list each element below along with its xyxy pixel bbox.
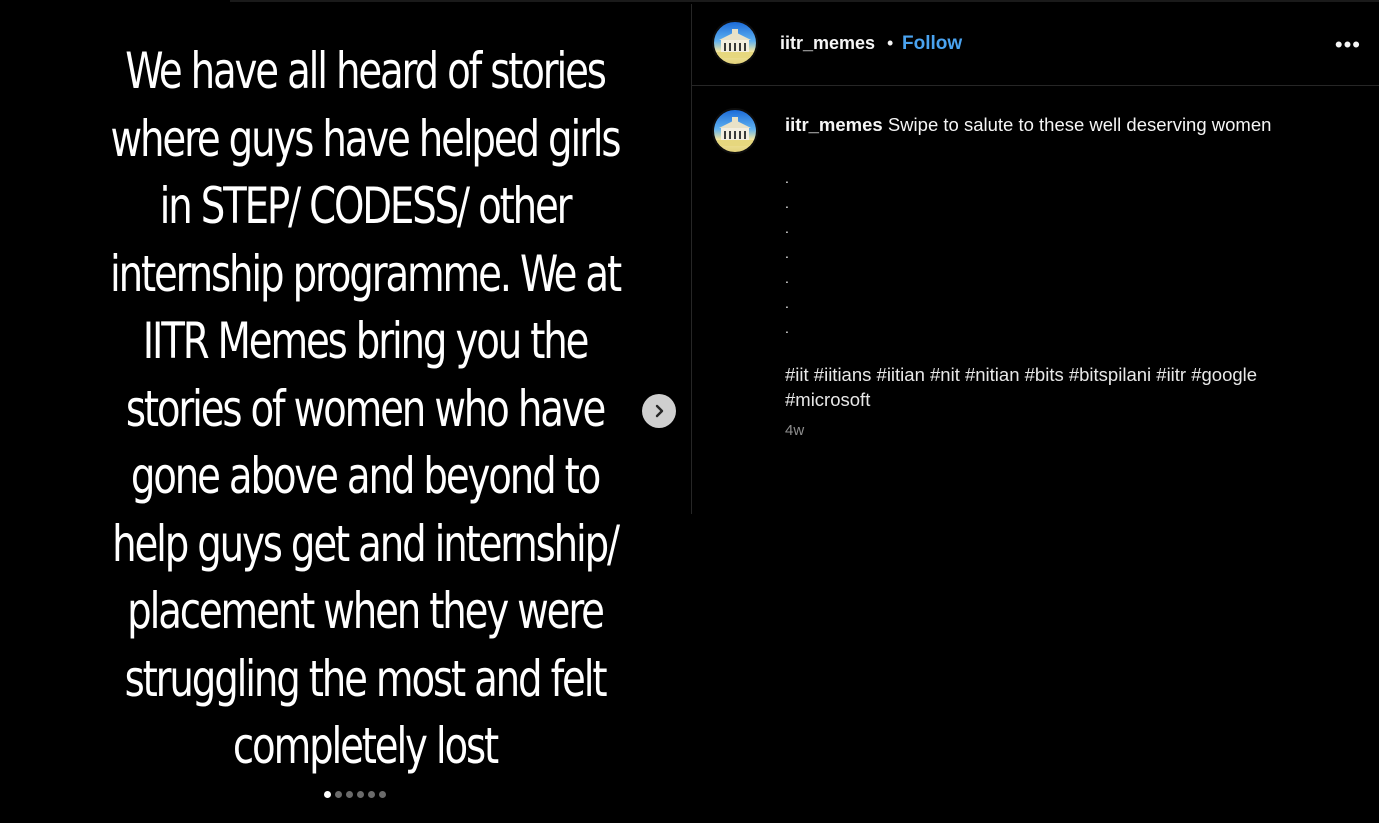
hashtag-link[interactable]: #nitian	[965, 364, 1020, 385]
hashtag-link[interactable]: #iitians	[814, 364, 872, 385]
header-separator: •	[887, 33, 894, 53]
carousel-dot[interactable]	[335, 791, 342, 798]
post-media[interactable]: We have all heard of stories where guys …	[0, 0, 690, 823]
top-border	[230, 0, 1379, 2]
building-logo-icon	[717, 29, 753, 58]
carousel-dot[interactable]	[357, 791, 364, 798]
post-timestamp[interactable]: 4w	[785, 422, 804, 439]
post-header: iitr_memes • Follow •••	[692, 4, 1379, 86]
caption-avatar[interactable]	[712, 108, 758, 154]
carousel-dot[interactable]	[324, 791, 331, 798]
next-slide-button[interactable]	[642, 394, 676, 428]
caption-username[interactable]: iitr_memes	[785, 114, 883, 135]
hashtags: #iit #iitians #iitian #nit #nitian #bits…	[785, 362, 1345, 412]
hashtag-link[interactable]: #nit	[930, 364, 960, 385]
more-options-icon[interactable]: •••	[1335, 32, 1361, 58]
carousel-dot[interactable]	[368, 791, 375, 798]
caption: iitr_memes Swipe to salute to these well…	[785, 112, 1345, 137]
hashtag-link[interactable]: #iit	[785, 364, 809, 385]
carousel-dot[interactable]	[379, 791, 386, 798]
avatar[interactable]	[712, 20, 758, 66]
slide-text: We have all heard of stories where guys …	[110, 42, 622, 775]
hashtag-link[interactable]: #iitian	[877, 364, 925, 385]
follow-button[interactable]: Follow	[902, 33, 962, 55]
carousel-dots	[324, 791, 386, 798]
hashtag-link[interactable]: #bits	[1025, 364, 1064, 385]
hashtag-link[interactable]: #google	[1191, 364, 1257, 385]
chevron-right-icon	[655, 404, 664, 418]
instagram-post-view: We have all heard of stories where guys …	[0, 0, 1379, 823]
hashtag-link[interactable]: #microsoft	[785, 389, 870, 410]
caption-text: Swipe to salute to these well deserving …	[887, 114, 1272, 135]
caption-dots: . . . . . . .	[785, 170, 789, 336]
hashtag-link[interactable]: #iitr	[1156, 364, 1186, 385]
hashtag-link[interactable]: #bitspilani	[1069, 364, 1151, 385]
header-username[interactable]: iitr_memes	[780, 33, 875, 54]
building-logo-icon	[717, 117, 753, 146]
carousel-dot[interactable]	[346, 791, 353, 798]
